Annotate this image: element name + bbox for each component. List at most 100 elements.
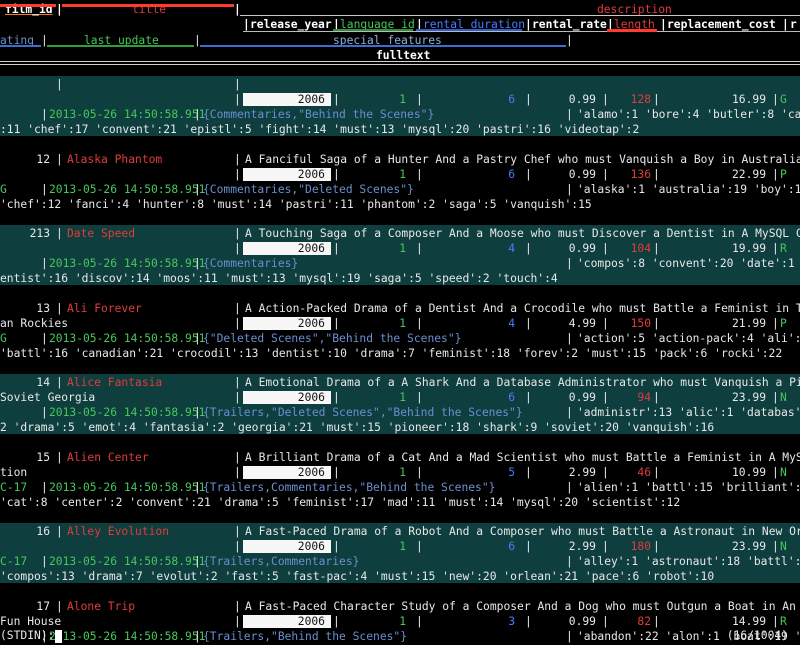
separator: | (566, 108, 573, 121)
cell-rating: P (780, 168, 787, 181)
cell-rental-duration: 4 (508, 242, 515, 255)
position-indicator: (16/1004) (726, 629, 788, 642)
cell-rental-duration: 3 (508, 615, 515, 628)
col-header-replacement-cost: replacement_cost (667, 18, 776, 31)
record-line-numbers[interactable]: tion | 2006 | 1 | 5 | 2.99 | 46 | 10.99 | N (0, 465, 800, 480)
col-header-rental-rate: rental_rate (532, 18, 607, 31)
record-line-fulltext[interactable]: 2 'drama':5 'emot':4 'fantasia':2 'georg… (0, 420, 800, 435)
cell-last-update: 2013-05-26 14:50:58.951 (49, 406, 206, 419)
cell-film-id: 15 (36, 451, 50, 464)
record-line-meta[interactable]: | 2013-05-26 14:50:58.951 | {Commentaries,"… (0, 107, 800, 122)
record-line-meta[interactable]: C-17 | 2013-05-26 14:50:58.951 | {Trailers,C… (0, 480, 800, 495)
cell-description-wrap: tion (0, 466, 28, 479)
cell-length: 82 (637, 615, 651, 628)
cell-rating: P (780, 317, 787, 330)
record-line-fulltext[interactable]: 'compos':13 'drama':7 'evolut':2 'fast':… (0, 569, 800, 584)
separator: | (194, 257, 201, 270)
cell-replacement-cost: 23.99 (731, 391, 766, 404)
separator: | (416, 93, 423, 106)
record-line-fulltext[interactable]: entist':16 'discov':14 'moos':11 'must':… (0, 271, 800, 286)
separator: | (653, 466, 660, 479)
record-line-meta[interactable]: G | 2013-05-26 14:50:58.951 | {Commentaries,… (0, 182, 800, 197)
cell-release-year: 2006 (243, 466, 331, 479)
record-line-meta[interactable]: | 2013-05-26 14:50:58.951 | {Trailers,"Dele… (0, 405, 800, 420)
separator: | (234, 242, 241, 255)
record-line-fulltext[interactable]: 'chef':12 'fanci':4 'hunter':8 'must':14… (0, 197, 800, 212)
record-line-main[interactable]: 17 | Alone Trip | A Fast-Paced Character Stu… (0, 599, 800, 614)
record-line-numbers[interactable]: | 2006 | 1 | 4 | 0.99 | 104 | 19.99 | R (0, 241, 800, 256)
cell-language-id: 1 (399, 242, 406, 255)
record-line-fulltext[interactable]: 'battl':16 'canadian':21 'crocodil':13 '… (0, 346, 800, 361)
record-line-main[interactable]: 16 | Alley Evolution | A Fast-Paced Drama of… (0, 524, 800, 539)
cell-description: A Emotional Drama of a A Shark And a Dat… (245, 376, 800, 389)
record-line-numbers[interactable]: an Rockies | 2006 | 1 | 4 | 4.99 | 150 | 21.99 | P (0, 316, 800, 331)
cell-special-features: {Trailers,Commentaries} (203, 555, 360, 568)
cell-fulltext: 'alaska':1 'australia':19 'boy':17 (577, 183, 800, 196)
record-line-numbers[interactable]: | 2006 | 1 | 6 | 0.99 | 128 | 16.99 | G (0, 92, 800, 107)
cell-language-id: 1 (399, 391, 406, 404)
record-line-numbers[interactable]: | 2006 | 1 | 6 | 2.99 | 180 | 23.99 | N (0, 539, 800, 554)
cell-rental-duration: 4 (508, 317, 515, 330)
record-line-meta[interactable]: | 2013-05-26 14:50:58.951 | {Commentaries} |… (0, 256, 800, 271)
record-line-meta[interactable]: G | 2013-05-26 14:50:58.951 | {"Deleted Scen… (0, 331, 800, 346)
record-line-main[interactable]: 213 | Date Speed | A Touching Saga of a Comp… (0, 226, 800, 241)
header-underline-length (607, 29, 657, 32)
record-line-numbers[interactable]: | 2006 | 1 | 6 | 0.99 | 136 | 22.99 | P (0, 167, 800, 182)
record-line-fulltext[interactable]: :11 'chef':17 'convent':21 'epistl':5 'f… (0, 122, 800, 137)
terminal-pager[interactable]: film_id | title | description | release_… (0, 0, 800, 645)
separator: | (653, 242, 660, 255)
separator: | (41, 481, 48, 494)
cell-title: Alone Trip (67, 600, 136, 613)
separator: | (566, 332, 573, 345)
record-line-main[interactable]: 14 | Alice Fantasia | A Emotional Drama of a… (0, 375, 800, 390)
header-underline-title (62, 4, 234, 7)
cell-special-features: {Trailers,"Deleted Scenes","Behind the S… (203, 406, 523, 419)
cell-replacement-cost: 19.99 (731, 242, 766, 255)
separator: | (194, 481, 201, 494)
cell-special-features: {"Deleted Scenes","Behind the Scenes"} (203, 332, 462, 345)
record-line-numbers[interactable]: Soviet Georgia | 2006 | 1 | 6 | 0.99 | 94 | 23.99 | N (0, 390, 800, 405)
separator: | (333, 168, 340, 181)
record-line-numbers[interactable]: Fun House | 2006 | 1 | 3 | 0.99 | 82 | 14.99 | R (0, 614, 800, 629)
pager-prompt[interactable]: (STDIN): (0, 628, 63, 643)
cell-rental-rate: 2.99 (568, 466, 596, 479)
record-line-main[interactable]: 13 | Ali Forever | A Action-Packed Drama of … (0, 301, 800, 316)
cell-special-features: {Trailers,"Behind the Scenes"} (203, 630, 408, 643)
record-line-main[interactable]: 12 | Alaska Phantom | A Fanciful Saga of a H… (0, 152, 800, 167)
separator: | (234, 168, 241, 181)
cell-rental-rate: 4.99 (568, 317, 596, 330)
cell-last-update: 2013-05-26 14:50:58.951 (49, 332, 206, 345)
cell-description: A Fast-Paced Drama of a Robot And a Comp… (245, 525, 800, 538)
separator: | (234, 317, 241, 330)
cell-title: Ali Forever (67, 302, 142, 315)
cell-film-id: 14 (36, 376, 50, 389)
separator: | (194, 630, 201, 643)
separator: | (566, 257, 573, 270)
cell-rating-wrap: C-17 (0, 481, 28, 494)
cell-replacement-cost: 21.99 (731, 317, 766, 330)
cell-release-year: 2006 (243, 391, 331, 404)
cell-rating-wrap: C-17 (0, 555, 28, 568)
cell-description-wrap: Soviet Georgia (0, 391, 96, 404)
record-line-fulltext[interactable]: 'cat':8 'center':2 'convent':21 'drama':… (0, 495, 800, 510)
record-line-meta[interactable]: | 2013-05-26 14:50:58.951 | {Trailers,"Behi… (0, 629, 800, 644)
cell-language-id: 1 (399, 317, 406, 330)
record-line-main[interactable]: 15 | Alien Center | A Brilliant Drama of a C… (0, 450, 800, 465)
cell-rating: R (780, 242, 787, 255)
separator: | (234, 391, 241, 404)
separator: | (41, 108, 48, 121)
cell-rental-rate: 2.99 (568, 540, 596, 553)
separator: | (525, 466, 532, 479)
record-line-main[interactable]: | | (0, 77, 800, 92)
separator: | (772, 93, 779, 106)
cell-description: A Fast-Paced Character Study of a Compos… (245, 600, 796, 613)
separator: | (234, 540, 241, 553)
separator: | (772, 466, 779, 479)
separator: | (41, 406, 48, 419)
cell-fulltext-wrap: 'cat':8 'center':2 'convent':21 'drama':… (0, 496, 681, 509)
cell-language-id: 1 (399, 168, 406, 181)
separator: | (525, 540, 532, 553)
cell-length: 136 (630, 168, 651, 181)
cell-fulltext: 'compos':8 'convent':20 'date':1 'd (577, 257, 800, 270)
record-line-meta[interactable]: C-17 | 2013-05-26 14:50:58.951 | {Trailers,C… (0, 554, 800, 569)
